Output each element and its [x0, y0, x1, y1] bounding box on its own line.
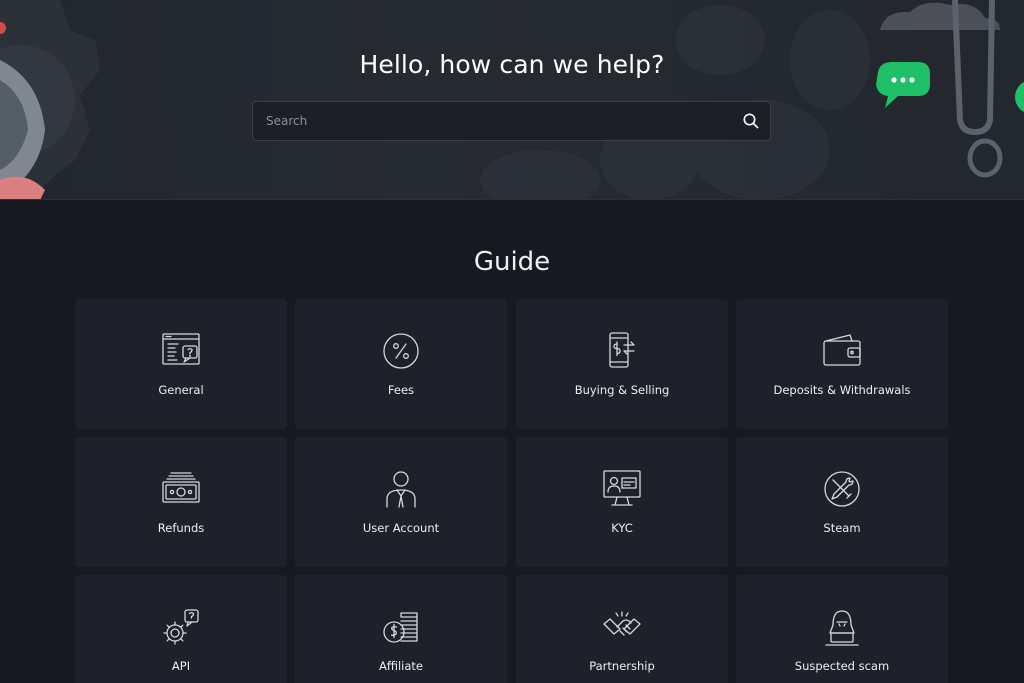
card-label: Suspected scam: [794, 659, 890, 673]
percent-icon: [383, 333, 419, 369]
card-deposits-withdrawals[interactable]: Deposits & Withdrawals: [736, 299, 948, 429]
gear-question-icon: [163, 609, 199, 645]
search-input[interactable]: [253, 102, 723, 140]
card-label: General: [158, 383, 204, 397]
card-label: Affiliate: [378, 659, 423, 673]
search-box[interactable]: [252, 101, 771, 141]
card-general[interactable]: General: [75, 299, 287, 429]
card-label: Fees: [387, 383, 415, 397]
search-icon[interactable]: [742, 112, 760, 130]
card-label: User Account: [362, 521, 440, 535]
card-kyc[interactable]: KYC: [516, 437, 728, 567]
card-buying-selling[interactable]: Buying & Selling: [516, 299, 728, 429]
card-steam[interactable]: Steam: [736, 437, 948, 567]
hacker-icon: [825, 610, 859, 646]
tools-icon: [824, 471, 860, 507]
card-affiliate[interactable]: Affiliate: [295, 575, 507, 683]
id-monitor-icon: [603, 470, 641, 506]
cash-stack-icon: [162, 472, 200, 503]
wallet-icon: [823, 334, 861, 366]
hero-banner: Hello, how can we help?: [0, 0, 1024, 200]
phone-exchange-icon: [609, 332, 635, 368]
guide-title: Guide: [473, 247, 551, 277]
card-label: Deposits & Withdrawals: [773, 383, 911, 397]
card-fees[interactable]: Fees: [295, 299, 507, 429]
card-user-account[interactable]: User Account: [295, 437, 507, 567]
card-refunds[interactable]: Refunds: [75, 437, 287, 567]
card-label: Refunds: [157, 521, 205, 535]
card-suspected-scam[interactable]: Suspected scam: [736, 575, 948, 683]
handshake-icon: [603, 611, 641, 636]
hero-title: Hello, how can we help?: [359, 50, 665, 79]
card-label: API: [171, 659, 191, 673]
user-icon: [386, 471, 416, 508]
card-label: Steam: [823, 521, 861, 535]
coins-icon: [383, 612, 418, 643]
card-api[interactable]: API: [75, 575, 287, 683]
card-label: Buying & Selling: [574, 383, 670, 397]
browser-help-icon: [162, 333, 200, 365]
hero-illustration: [0, 0, 1024, 199]
card-label: Partnership: [589, 659, 655, 673]
card-partnership[interactable]: Partnership: [516, 575, 728, 683]
card-label: KYC: [611, 521, 633, 535]
